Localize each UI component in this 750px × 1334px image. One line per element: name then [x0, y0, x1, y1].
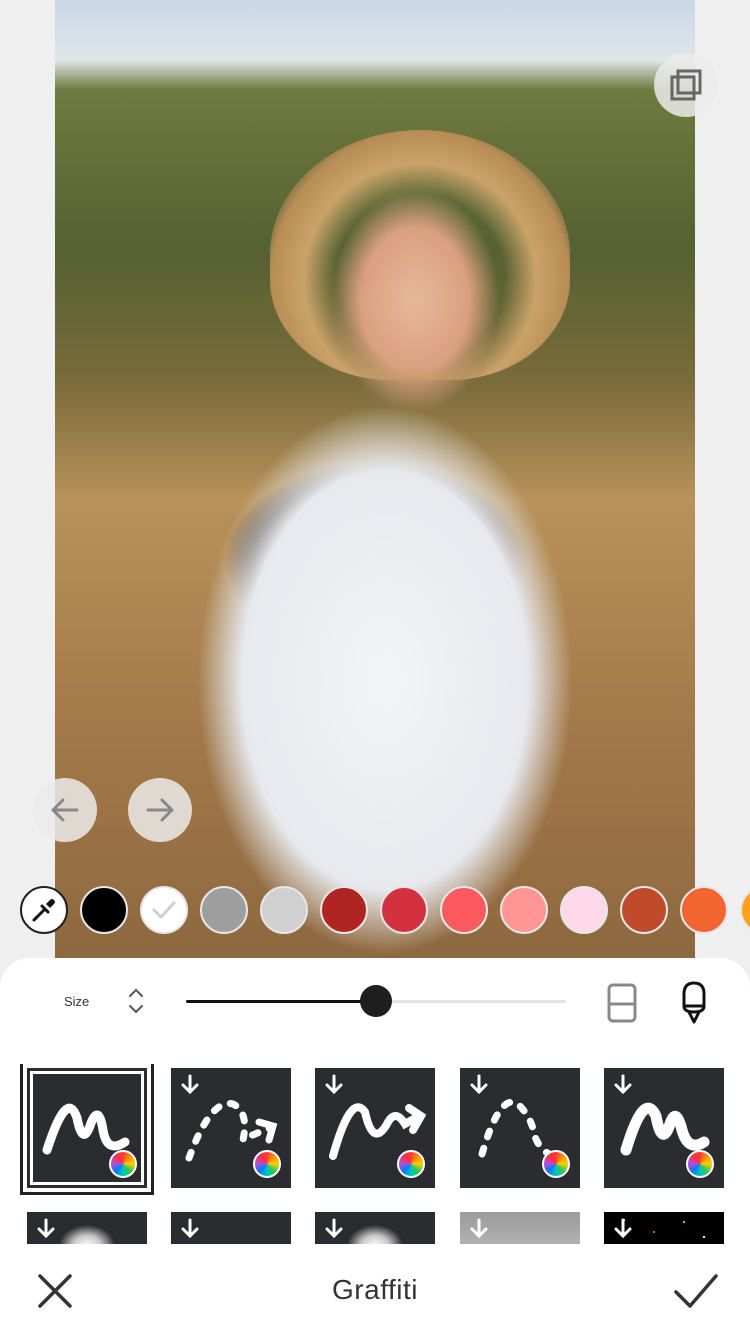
color-swatch[interactable]	[440, 886, 488, 934]
brush-style-marker[interactable]	[604, 1068, 724, 1188]
download-icon	[470, 1218, 488, 1239]
compare-layers-icon	[670, 69, 702, 101]
screen-title: Graffiti	[332, 1274, 418, 1305]
color-swatch[interactable]	[380, 886, 428, 934]
color-swatch[interactable]	[740, 886, 750, 934]
color-swatch[interactable]	[200, 886, 248, 934]
brush-style-dotted[interactable]	[460, 1068, 580, 1188]
brush-style-grey[interactable]	[460, 1212, 580, 1244]
graffiti-editor: Size Graffiti	[0, 0, 750, 1334]
color-wheel-icon	[109, 1150, 137, 1178]
eyedropper-button[interactable]	[20, 886, 68, 934]
scribble-stroke-icon	[42, 1103, 130, 1155]
checkmark-icon[interactable]	[672, 1270, 720, 1312]
brush-style-glow[interactable]	[27, 1212, 147, 1244]
download-icon	[614, 1218, 632, 1239]
size-label: Size	[64, 994, 90, 1009]
color-wheel-icon	[253, 1150, 281, 1178]
color-swatch[interactable]	[560, 886, 608, 934]
color-swatch[interactable]	[260, 886, 308, 934]
color-swatch[interactable]	[320, 886, 368, 934]
size-stepper-icon[interactable]	[126, 986, 146, 1016]
brush-style-grid	[0, 1064, 750, 1244]
arrow-right-icon	[146, 798, 174, 822]
color-wheel-icon	[542, 1150, 570, 1178]
color-swatch[interactable]	[140, 886, 188, 934]
bottom-action-bar: Graffiti	[0, 1248, 750, 1334]
brush-icon[interactable]	[676, 980, 712, 1026]
color-swatch[interactable]	[80, 886, 128, 934]
brush-style-sparkle[interactable]	[604, 1212, 724, 1244]
eraser-icon[interactable]	[606, 982, 638, 1024]
color-wheel-icon	[686, 1150, 714, 1178]
undo-button[interactable]	[33, 778, 97, 842]
check-icon	[152, 901, 176, 919]
brush-style-arrow[interactable]	[315, 1068, 435, 1188]
size-slider-thumb[interactable]	[360, 985, 392, 1017]
brush-style-dots[interactable]	[171, 1212, 291, 1244]
download-icon	[325, 1218, 343, 1239]
color-palette	[0, 886, 750, 934]
redo-button[interactable]	[128, 778, 192, 842]
brush-style-dotted-arrow[interactable]	[171, 1068, 291, 1188]
brush-style-soft-glow[interactable]	[315, 1212, 435, 1244]
download-icon	[181, 1218, 199, 1239]
color-wheel-icon	[397, 1150, 425, 1178]
arrow-left-icon	[51, 798, 79, 822]
photo-canvas[interactable]	[55, 0, 695, 1000]
color-swatch[interactable]	[620, 886, 668, 934]
brush-style-scribble-selected[interactable]	[20, 1064, 154, 1195]
size-slider[interactable]	[186, 985, 566, 1017]
compare-button[interactable]	[654, 53, 718, 117]
eyedropper-icon	[32, 899, 55, 922]
color-swatch[interactable]	[500, 886, 548, 934]
download-icon	[37, 1218, 55, 1239]
photo-subject	[270, 130, 570, 380]
color-swatch[interactable]	[680, 886, 728, 934]
size-slider-fill	[186, 1000, 376, 1003]
